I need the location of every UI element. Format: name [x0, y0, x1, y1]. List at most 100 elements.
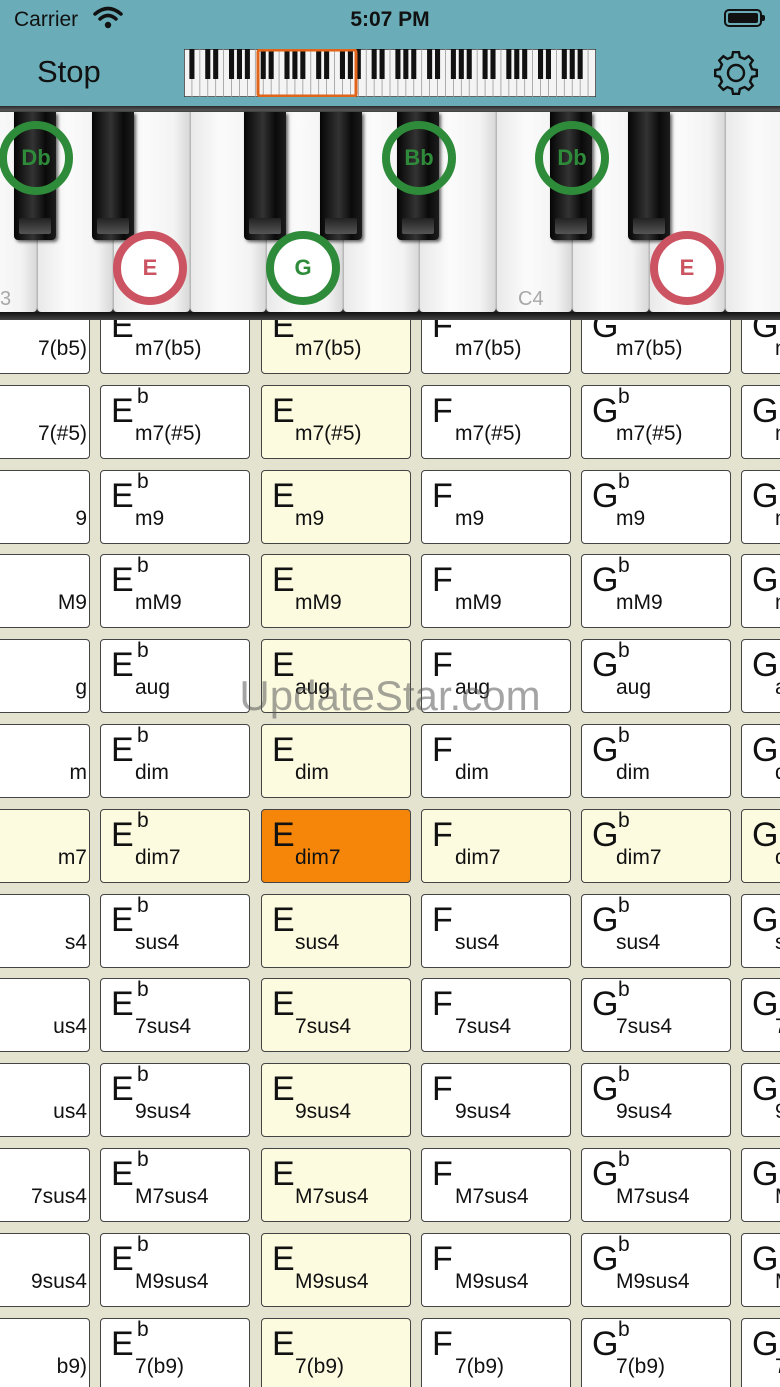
- chord-button[interactable]: E 7(b9): [261, 1317, 411, 1387]
- chord-button[interactable]: us4: [0, 1063, 90, 1138]
- chord-button[interactable]: Eb aug: [100, 639, 250, 714]
- chord-button[interactable]: Gdim: [741, 724, 780, 798]
- chord-button[interactable]: Gb 7(b9): [581, 1317, 731, 1387]
- chord-button[interactable]: us4: [0, 978, 90, 1053]
- chord-button[interactable]: Gb m9: [581, 469, 731, 544]
- chord-button[interactable]: E M7sus4: [261, 1148, 411, 1222]
- chord-button[interactable]: Fm9: [421, 469, 571, 544]
- chord-button[interactable]: Edim7: [261, 808, 411, 883]
- chord-button[interactable]: Gb m7(b5): [581, 320, 731, 374]
- chord-button[interactable]: Em9: [261, 469, 411, 544]
- chord-button[interactable]: Edim: [261, 724, 411, 798]
- chord-root: F: [432, 815, 453, 854]
- chord-button[interactable]: g: [0, 639, 90, 714]
- chord-button[interactable]: Gm9: [741, 469, 780, 544]
- key-octave-label-c4: C4: [518, 288, 544, 310]
- chord-button[interactable]: Eb m9: [100, 469, 250, 544]
- chord-button[interactable]: Gdim7: [741, 808, 780, 883]
- chord-button[interactable]: EmM9: [261, 554, 411, 629]
- chord-button[interactable]: Eb dim: [100, 724, 250, 798]
- chord-button[interactable]: b9): [0, 1317, 90, 1387]
- chord-button[interactable]: G7sus4: [741, 978, 780, 1053]
- chord-button[interactable]: Em7(b5): [261, 320, 411, 374]
- chord-button[interactable]: Gm7(b5): [741, 320, 780, 374]
- stop-button[interactable]: Stop: [37, 54, 101, 90]
- chord-button[interactable]: 7(#5): [0, 384, 90, 459]
- chord-button[interactable]: 7sus4: [0, 1148, 90, 1222]
- chord-button[interactable]: Gb dim7: [581, 808, 731, 883]
- black-key[interactable]: [628, 112, 670, 240]
- chord-button[interactable]: Gb mM9: [581, 554, 731, 629]
- chord-button[interactable]: E 7sus4: [261, 978, 411, 1053]
- chord-button[interactable]: Eb 7sus4: [100, 978, 250, 1053]
- chord-suffix: sus4: [775, 931, 780, 955]
- gear-icon[interactable]: [708, 45, 764, 101]
- chord-button[interactable]: F 7sus4: [421, 978, 571, 1053]
- chord-root: F: [432, 731, 453, 769]
- chord-button[interactable]: Gb dim: [581, 724, 731, 798]
- chord-button[interactable]: Gm7(#5): [741, 384, 780, 459]
- chord-button[interactable]: F M9sus4: [421, 1232, 571, 1307]
- chord-button[interactable]: M9: [0, 554, 90, 629]
- chord-button[interactable]: FmM9: [421, 554, 571, 629]
- chord-button[interactable]: Gb 7sus4: [581, 978, 731, 1053]
- chord-suffix: mM9: [616, 591, 663, 615]
- chord-button[interactable]: Fdim7: [421, 808, 571, 883]
- chord-accidental: b: [137, 554, 149, 578]
- chord-suffix: 9: [75, 506, 87, 530]
- chord-button[interactable]: Em7(#5): [261, 384, 411, 459]
- chord-button[interactable]: Eaug: [261, 639, 411, 714]
- chord-button[interactable]: G9sus4: [741, 1063, 780, 1138]
- chord-button[interactable]: Gaug: [741, 639, 780, 714]
- chord-button[interactable]: m7: [0, 808, 90, 883]
- chord-button[interactable]: Eb m7(b5): [100, 320, 250, 374]
- chord-button[interactable]: F 9sus4: [421, 1063, 571, 1138]
- chord-button[interactable]: GM7sus4: [741, 1148, 780, 1222]
- chord-button[interactable]: s4: [0, 893, 90, 968]
- chord-button[interactable]: Eb M7sus4: [100, 1148, 250, 1222]
- chord-button[interactable]: E M9sus4: [261, 1232, 411, 1307]
- chord-button[interactable]: Gb M9sus4: [581, 1232, 731, 1307]
- black-key[interactable]: [320, 112, 362, 240]
- chord-button[interactable]: Gb 9sus4: [581, 1063, 731, 1138]
- chord-button[interactable]: Gb aug: [581, 639, 731, 714]
- chord-accidental: b: [618, 469, 630, 493]
- chord-button[interactable]: Eb mM9: [100, 554, 250, 629]
- chord-button[interactable]: GM9sus4: [741, 1232, 780, 1307]
- chord-button[interactable]: E 9sus4: [261, 1063, 411, 1138]
- black-key[interactable]: [244, 112, 286, 240]
- chord-button[interactable]: Eb M9sus4: [100, 1232, 250, 1307]
- chord-button[interactable]: 9: [0, 469, 90, 544]
- chord-button[interactable]: Eb m7(#5): [100, 384, 250, 459]
- chord-button[interactable]: F M7sus4: [421, 1148, 571, 1222]
- chord-button[interactable]: F 7(b9): [421, 1317, 571, 1387]
- chord-button[interactable]: Gb M7sus4: [581, 1148, 731, 1222]
- chord-button[interactable]: 9sus4: [0, 1232, 90, 1307]
- chord-button[interactable]: Gb m7(#5): [581, 384, 731, 459]
- chord-button[interactable]: 7(b5): [0, 320, 90, 374]
- chord-suffix: 7(b9): [775, 1355, 780, 1379]
- chord-button[interactable]: Eb dim7: [100, 808, 250, 883]
- chord-button[interactable]: Fdim: [421, 724, 571, 798]
- chord-button[interactable]: Fm7(#5): [421, 384, 571, 459]
- chord-button[interactable]: Gb sus4: [581, 893, 731, 968]
- chord-button[interactable]: Eb 7(b9): [100, 1317, 250, 1387]
- chord-button[interactable]: Gsus4: [741, 893, 780, 968]
- chord-button[interactable]: Eb 9sus4: [100, 1063, 250, 1138]
- chord-button[interactable]: Fm7(b5): [421, 320, 571, 374]
- chord-accidental: b: [618, 320, 630, 323]
- chord-button[interactable]: Eb sus4: [100, 893, 250, 968]
- chord-button[interactable]: GmM9: [741, 554, 780, 629]
- white-key[interactable]: [725, 112, 780, 312]
- chord-button[interactable]: Faug: [421, 639, 571, 714]
- chord-accidental: b: [137, 320, 149, 323]
- chord-button[interactable]: G7(b9): [741, 1317, 780, 1387]
- chord-button[interactable]: m: [0, 724, 90, 798]
- chord-accidental: b: [137, 1148, 149, 1171]
- chord-suffix: sus4: [616, 930, 661, 954]
- piano-keyboard[interactable]: 3 C4 Db E G Bb Db E: [0, 106, 780, 320]
- keyboard-overview-slider[interactable]: [184, 49, 596, 97]
- chord-button[interactable]: Esus4: [261, 893, 411, 968]
- chord-button[interactable]: Fsus4: [421, 893, 571, 968]
- black-key[interactable]: [92, 112, 134, 240]
